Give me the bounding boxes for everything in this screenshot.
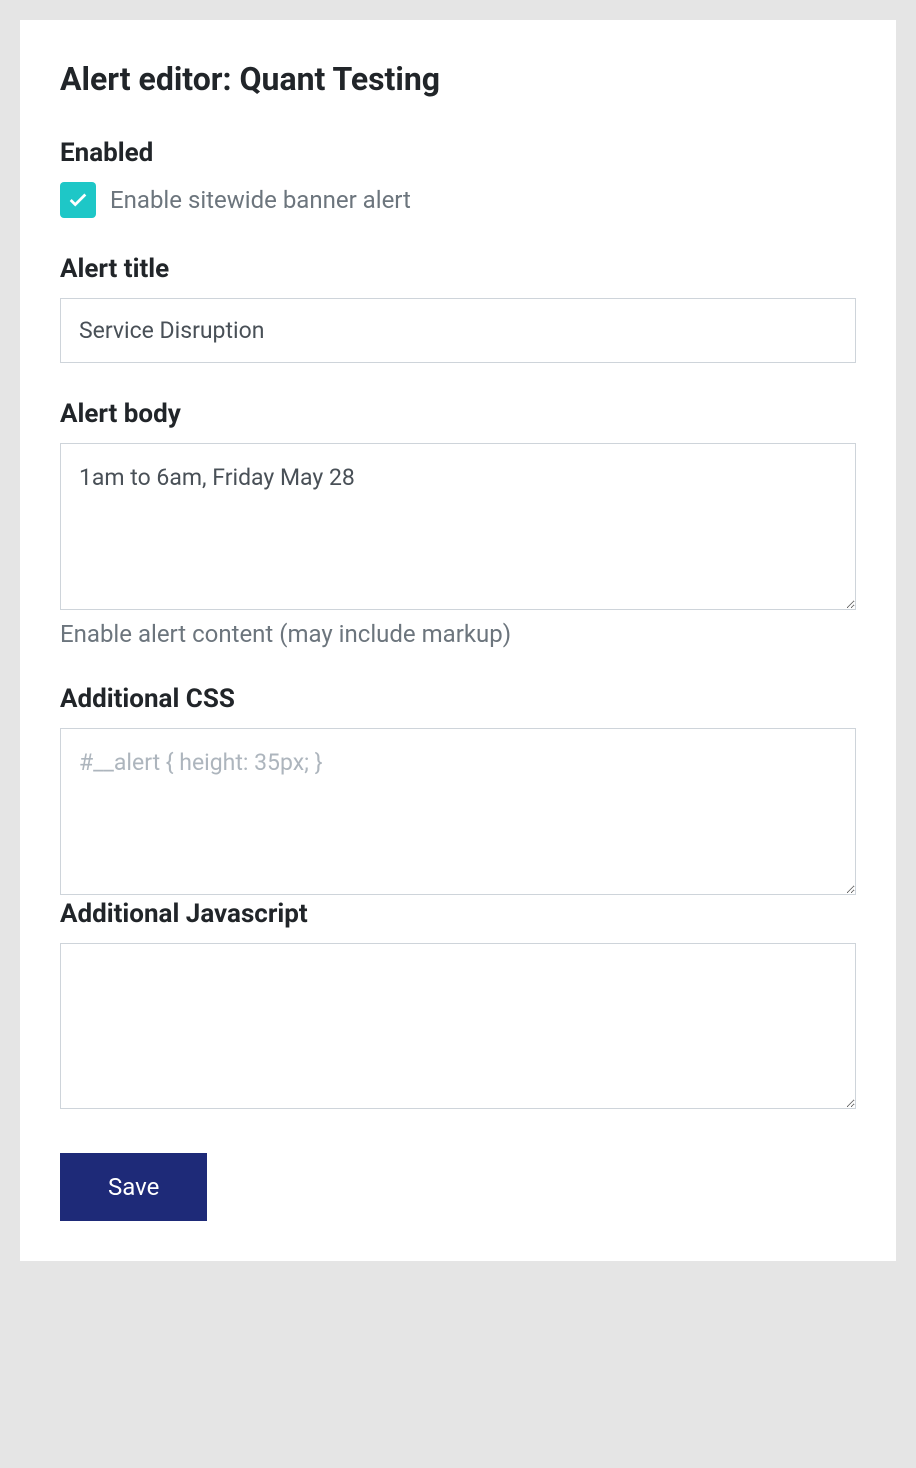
alert-body-help: Enable alert content (may include markup…	[60, 620, 856, 648]
enabled-section: Enabled Enable sitewide banner alert	[60, 138, 856, 218]
alert-body-label: Alert body	[60, 399, 856, 429]
enabled-checkbox-row: Enable sitewide banner alert	[60, 182, 856, 218]
save-button[interactable]: Save	[60, 1153, 207, 1221]
enabled-checkbox[interactable]	[60, 182, 96, 218]
additional-css-section: Additional CSS	[60, 684, 856, 899]
enabled-label: Enabled	[60, 138, 856, 168]
enabled-checkbox-label: Enable sitewide banner alert	[110, 186, 411, 214]
additional-css-label: Additional CSS	[60, 684, 856, 714]
page-title: Alert editor: Quant Testing	[60, 60, 856, 98]
alert-title-input[interactable]	[60, 298, 856, 363]
additional-js-section: Additional Javascript	[60, 899, 856, 1114]
check-icon	[67, 189, 89, 211]
alert-title-label: Alert title	[60, 254, 856, 284]
additional-js-label: Additional Javascript	[60, 899, 856, 929]
alert-editor-card: Alert editor: Quant Testing Enabled Enab…	[20, 20, 896, 1261]
additional-js-textarea[interactable]	[60, 943, 856, 1110]
alert-body-section: Alert body Enable alert content (may inc…	[60, 399, 856, 648]
alert-title-section: Alert title	[60, 254, 856, 363]
alert-body-textarea[interactable]	[60, 443, 856, 610]
additional-css-textarea[interactable]	[60, 728, 856, 895]
